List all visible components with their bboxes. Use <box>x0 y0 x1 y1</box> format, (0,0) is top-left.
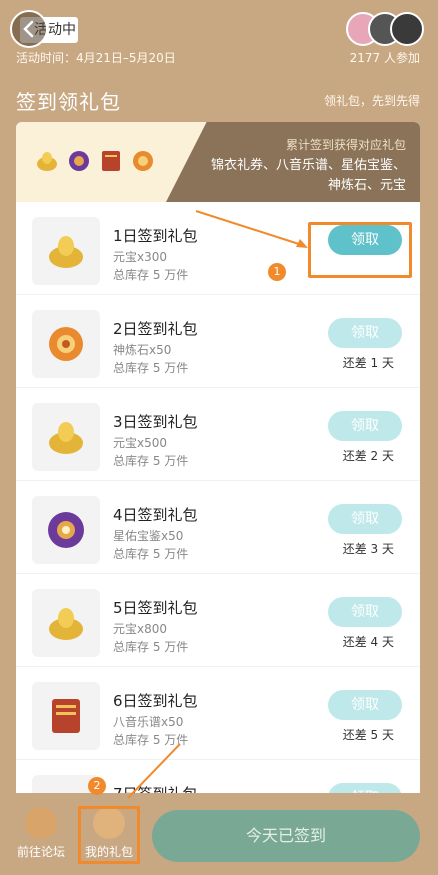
gift-title: 2日签到礼包 <box>113 320 198 338</box>
gift-stock: 总库存 5 万件 <box>113 547 189 561</box>
claim-button[interactable]: 领取 <box>328 597 402 627</box>
list-item: 2日签到礼包 神炼石x50 总库存 5 万件 领取 还差 1 天 <box>16 295 420 388</box>
signed-in-button[interactable]: 今天已签到 <box>152 810 420 862</box>
list-item: 5日签到礼包 元宝x800 总库存 5 万件 领取 还差 4 天 <box>16 574 420 667</box>
forum-tab[interactable]: 前往论坛 <box>10 805 72 863</box>
gold-ingot-icon <box>49 608 83 640</box>
gift-stock: 总库存 5 万件 <box>113 454 189 468</box>
gift-thumbnail <box>32 496 100 564</box>
claim-button[interactable]: 领取 <box>328 504 402 534</box>
days-remaining: 还差 5 天 <box>342 728 394 742</box>
claim-highlight-box <box>308 222 412 278</box>
chevron-left-icon <box>23 20 34 38</box>
gift-thumbnail <box>32 310 100 378</box>
activity-time: 活动时间：4月21日–5月20日 <box>16 51 176 65</box>
annotation-arrow-1 <box>195 210 308 248</box>
gift-reward: 元宝x800 <box>113 622 168 636</box>
claim-button[interactable]: 领取 <box>328 318 402 348</box>
page-subtitle: 领礼包，先到先得 <box>323 94 420 108</box>
list-item: 6日签到礼包 八音乐谱x50 总库存 5 万件 领取 还差 5 天 <box>16 667 420 760</box>
gift-thumbnail <box>32 217 100 285</box>
days-remaining: 还差 4 天 <box>342 635 394 649</box>
gift-thumbnail <box>32 682 100 750</box>
refining-stone-icon <box>133 151 153 171</box>
page-title: 签到领礼包 <box>16 90 121 114</box>
banner-rewards-line1: 锦衣礼券、八音乐谱、星佑宝鉴、 <box>210 158 406 173</box>
days-remaining: 还差 1 天 <box>342 356 394 370</box>
gift-title: 6日签到礼包 <box>113 692 198 710</box>
list-item: 3日签到礼包 元宝x500 总库存 5 万件 领取 还差 2 天 <box>16 388 420 481</box>
banner-description: 累计签到获得对应礼包 <box>285 138 406 152</box>
star-gem-icon <box>69 151 89 171</box>
gift-stock: 总库存 5 万件 <box>113 361 189 375</box>
banner-icons <box>34 148 156 174</box>
list-item: 4日签到礼包 星佑宝鉴x50 总库存 5 万件 领取 还差 3 天 <box>16 481 420 574</box>
participant-avatars[interactable] <box>346 12 426 46</box>
music-score-icon <box>102 151 120 171</box>
top-bar: 活动中 活动时间：4月21日–5月20日 2177 人参加 <box>0 0 438 70</box>
participant-count: 2177 人参加 <box>349 51 420 65</box>
gold-ingot-icon <box>49 422 83 454</box>
back-button[interactable] <box>10 10 48 48</box>
claim-button[interactable]: 领取 <box>328 690 402 720</box>
annotation-badge-1: 1 <box>268 263 286 281</box>
annotation-arrow-2 <box>127 743 181 799</box>
gift-stock: 总库存 5 万件 <box>113 268 189 282</box>
gift-title: 5日签到礼包 <box>113 599 198 617</box>
music-score-icon <box>52 699 80 733</box>
annotation-badge-2: 2 <box>88 777 106 795</box>
gift-reward: 星佑宝鉴x50 <box>113 529 184 543</box>
gold-ingot-icon <box>49 236 83 268</box>
reward-banner: 累计签到获得对应礼包 锦衣礼券、八音乐谱、星佑宝鉴、 神炼石、元宝 <box>16 122 420 202</box>
gift-title: 1日签到礼包 <box>113 227 198 245</box>
gift-reward: 神炼石x50 <box>113 343 172 357</box>
gift-thumbnail <box>32 589 100 657</box>
gold-ingot-icon <box>37 152 57 171</box>
my-gifts-highlight-box <box>78 806 140 864</box>
banner-rewards-line2: 神炼石、元宝 <box>327 178 406 193</box>
days-remaining: 还差 3 天 <box>342 542 394 556</box>
gift-reward: 八音乐谱x50 <box>113 715 184 729</box>
claim-button[interactable]: 领取 <box>328 411 402 441</box>
gift-title: 3日签到礼包 <box>113 413 198 431</box>
refining-stone-icon <box>49 327 83 361</box>
gift-title: 4日签到礼包 <box>113 506 198 524</box>
gift-reward: 元宝x300 <box>113 250 168 264</box>
gift-thumbnail <box>32 403 100 471</box>
star-gem-icon <box>48 512 84 548</box>
forum-avatar-icon <box>25 807 57 839</box>
forum-label: 前往论坛 <box>16 845 65 859</box>
gift-list: 1日签到礼包 元宝x300 总库存 5 万件 领取 2日签到礼包 神炼石x50 … <box>16 202 420 822</box>
gift-stock: 总库存 5 万件 <box>113 640 189 654</box>
avatar <box>390 12 424 46</box>
days-remaining: 还差 2 天 <box>342 449 394 463</box>
gift-reward: 元宝x500 <box>113 436 168 450</box>
